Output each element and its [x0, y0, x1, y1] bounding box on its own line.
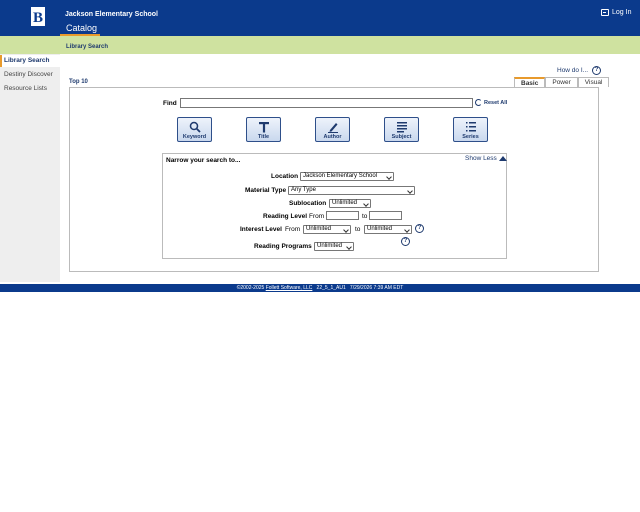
reading-level-to-input[interactable] — [369, 211, 402, 220]
location-label: Location — [271, 173, 299, 180]
keyword-search-button[interactable]: Keyword — [177, 117, 212, 142]
tab-catalog[interactable]: Catalog — [60, 23, 100, 36]
reading-level-from-label: From — [309, 213, 325, 220]
numbered-list-icon — [465, 122, 476, 132]
footer-version: 22_5_1_AU1 — [316, 285, 346, 291]
narrow-search-title: Narrow your search to... — [166, 157, 241, 164]
interest-level-to-label: to — [355, 226, 361, 233]
footer: ©2002-2025 Follett Software, LLC 22_5_1_… — [0, 284, 640, 292]
how-do-i-link[interactable]: How do I... ? — [557, 66, 602, 75]
title-label: Title — [257, 134, 270, 140]
reading-level-from-input[interactable] — [326, 211, 359, 220]
login-icon — [601, 9, 609, 16]
series-search-button[interactable]: Series — [453, 117, 488, 142]
interest-level-from-select[interactable]: Unlimited — [303, 225, 351, 234]
title-search-button[interactable]: Title — [246, 117, 281, 142]
sidebar-item-library-search[interactable]: Library Search — [0, 55, 60, 67]
sublocation-label: Sublocation — [289, 200, 327, 207]
login-link[interactable]: Log In — [601, 9, 631, 16]
interest-level-from-label: From — [285, 226, 301, 233]
title-t-icon — [258, 122, 269, 133]
tab-visual[interactable]: Visual — [577, 77, 610, 87]
destiny-logo-icon[interactable]: B — [30, 6, 46, 27]
reset-all-link[interactable]: Reset All — [475, 99, 507, 106]
reading-programs-select[interactable]: Unlimited — [314, 242, 354, 251]
reading-level-label: Reading Level — [263, 213, 308, 220]
show-less-label: Show Less — [465, 155, 497, 162]
how-do-i-label: How do I... — [557, 67, 589, 74]
triangle-up-icon — [498, 156, 507, 161]
series-label: Series — [462, 134, 479, 140]
interest-level-label: Interest Level — [240, 226, 282, 233]
sidebar: Library Search Destiny Discover Resource… — [0, 54, 60, 282]
footer-timestamp: 7/29/2026 7:39 AM EDT — [349, 285, 404, 291]
find-label: Find — [163, 100, 177, 107]
help-icon: ? — [592, 66, 602, 75]
logo-glyph: B — [33, 10, 43, 26]
reset-all-label: Reset All — [484, 99, 508, 106]
interest-level-to-select[interactable]: Unlimited — [364, 225, 412, 234]
top-header: B Jackson Elementary School Catalog Log … — [0, 0, 640, 36]
school-name: Jackson Elementary School — [65, 11, 158, 18]
magnifier-icon — [189, 121, 201, 133]
subject-lines-icon — [396, 122, 407, 133]
material-type-select[interactable]: Any Type — [288, 186, 415, 195]
find-input[interactable] — [180, 98, 473, 108]
reset-icon — [475, 99, 482, 106]
show-less-link[interactable]: Show Less — [465, 155, 507, 162]
tab-power[interactable]: Power — [545, 77, 578, 87]
location-select[interactable]: Jackson Elementary School — [300, 172, 394, 181]
login-label: Log In — [612, 9, 632, 16]
material-type-label: Material Type — [245, 187, 287, 194]
pencil-icon — [327, 123, 338, 133]
reading-level-to-label: to — [362, 213, 368, 220]
sidebar-item-destiny-discover[interactable]: Destiny Discover — [0, 69, 60, 81]
sidebar-item-resource-lists[interactable]: Resource Lists — [0, 83, 60, 95]
interest-level-help-icon[interactable]: ? — [415, 224, 424, 233]
reading-programs-label: Reading Programs — [254, 243, 312, 250]
search-mode-tabs: Basic Power Visual — [514, 77, 610, 87]
author-label: Author — [323, 134, 342, 140]
tab-basic[interactable]: Basic — [514, 77, 546, 87]
author-search-button[interactable]: Author — [315, 117, 350, 142]
subject-search-button[interactable]: Subject — [384, 117, 419, 142]
footer-company-link[interactable]: Follett Software, LLC — [266, 285, 313, 291]
footer-copyright: ©2002-2025 — [236, 285, 265, 291]
subbar-library-search[interactable]: Library Search — [66, 44, 108, 50]
reading-programs-help-icon[interactable]: ? — [401, 237, 410, 246]
top-10-link[interactable]: Top 10 — [69, 79, 88, 85]
sub-navigation-bar: Library Search — [0, 36, 640, 54]
subject-label: Subject — [391, 134, 412, 140]
sublocation-select[interactable]: Unlimited — [329, 199, 371, 208]
keyword-label: Keyword — [182, 134, 207, 140]
